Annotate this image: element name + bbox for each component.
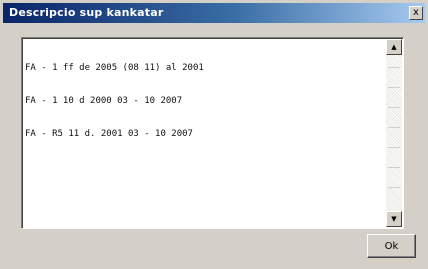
scrollbar-track-mark	[388, 67, 400, 68]
close-button[interactable]: x	[409, 6, 423, 20]
title-bar[interactable]: Descripcio sup kankatar x	[3, 3, 425, 23]
scrollbar-track-mark	[388, 147, 400, 148]
scrollbar-track-mark	[388, 107, 400, 108]
text-line: FA - 1 ff de 2005 (08 11) al 2001	[25, 63, 204, 73]
dialog-window: Descripcio sup kankatar x FA - 1 ff de 2…	[0, 0, 428, 269]
scroll-up-arrow-icon: ▲	[391, 43, 397, 51]
description-textarea[interactable]: FA - 1 ff de 2005 (08 11) al 2001 FA - 1…	[21, 37, 404, 229]
scroll-down-arrow-icon: ▼	[391, 215, 397, 223]
textarea-content: FA - 1 ff de 2005 (08 11) al 2001 FA - 1…	[25, 41, 383, 162]
ok-button[interactable]: Ok	[367, 234, 416, 258]
text-line: FA - 1 10 d 2000 03 - 10 2007	[25, 96, 183, 106]
close-icon: x	[413, 7, 419, 18]
scrollbar-track-mark	[388, 87, 400, 88]
scrollbar-track-mark	[388, 127, 400, 128]
scroll-up-button[interactable]: ▲	[386, 39, 402, 55]
text-line: FA - R5 11 d. 2001 03 - 10 2007	[25, 129, 193, 139]
scroll-down-button[interactable]: ▼	[386, 211, 402, 227]
scrollbar-track-mark	[388, 187, 400, 188]
scrollbar-track-mark	[388, 167, 400, 168]
vertical-scrollbar[interactable]: ▲ ▼	[386, 39, 402, 227]
window-title: Descripcio sup kankatar	[9, 6, 164, 19]
